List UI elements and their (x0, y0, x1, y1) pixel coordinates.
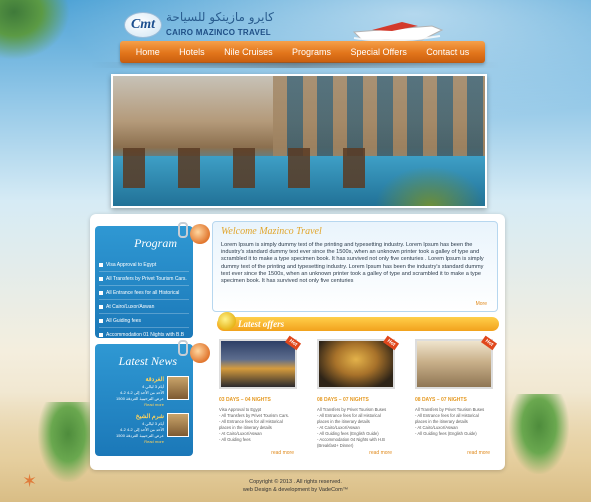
news-text: شرم الشيخ 4 أيام 3 ليالي 4-2 الأحد من ال… (99, 413, 164, 445)
paper-clip-icon (178, 340, 188, 356)
news-item[interactable]: الغردقة 4 أيام 3 ليالي 4-2 الأحد من الأح… (99, 376, 189, 408)
main-navigation: Home Hotels Nile Cruises Programs Specia… (120, 41, 485, 63)
news-read-more-link[interactable]: Read more (99, 402, 164, 408)
hero-plants (375, 166, 485, 206)
footer: Copyright © 2013 . All rights reserved. … (0, 478, 591, 494)
palm-tree-left-decoration (38, 402, 98, 482)
nav-contact-us[interactable]: Contact us (426, 47, 469, 57)
offer-read-more-link[interactable]: read more (369, 450, 392, 456)
bullet-icon (99, 318, 103, 323)
program-item[interactable]: All Entrance fees for all Historical (99, 286, 189, 300)
offer-title: 08 DAYS – 07 NIGHTS (317, 397, 369, 403)
program-title: Program (134, 236, 177, 250)
news-read-more-link[interactable]: Read more (99, 439, 164, 445)
nav-special-offers[interactable]: Special Offers (350, 47, 406, 57)
offers-title: Latest offers (238, 319, 285, 329)
offer-card[interactable]: Hot 08 DAYS – 07 NIGHTS All Transfers by… (412, 335, 497, 460)
palm-leaves-decoration (0, 0, 70, 60)
news-thumbnail[interactable] (167, 413, 189, 437)
program-list: Visa Approval to Egypt All Transfers by … (99, 258, 189, 342)
offer-title: 03 DAYS – 04 NIGHTS (219, 397, 271, 403)
nav-hotels[interactable]: Hotels (179, 47, 205, 57)
bullet-icon (99, 332, 103, 337)
welcome-body: Lorem Ipsum is simply dummy text of the … (221, 242, 484, 285)
latest-news-box: Latest News الغردقة 4 أيام 3 ليالي 4-2 ا… (95, 344, 193, 456)
offer-image-tutankhamun[interactable]: Hot (317, 335, 399, 389)
offer-read-more-link[interactable]: read more (271, 450, 294, 456)
offer-line: - All Guiding fees (English Guide) (415, 431, 477, 436)
program-item[interactable]: All Guiding fees (99, 314, 189, 328)
news-item-title: شرم الشيخ (135, 414, 164, 420)
paper-clip-icon (178, 222, 188, 238)
palm-tree-right-decoration (509, 394, 569, 474)
seashell-icon (190, 224, 210, 244)
speedboat-icon (352, 22, 444, 42)
offer-card[interactable]: Hot 03 DAYS – 04 NIGHTS Visa Approval to… (216, 335, 301, 460)
hot-ribbon: Hot (284, 335, 301, 351)
program-item-label: All Transfers by Privet Tourism Cars. (106, 275, 187, 282)
nav-home[interactable]: Home (136, 47, 160, 57)
offer-image-nile-night[interactable]: Hot (219, 335, 301, 389)
offer-line: - All Guiding fees (219, 437, 251, 442)
hot-ribbon: Hot (382, 335, 399, 351)
program-item[interactable]: Accommodation 01 Nights with B.B (99, 328, 189, 342)
bullet-icon (99, 290, 103, 295)
nav-programs[interactable]: Programs (292, 47, 331, 57)
news-thumbnail[interactable] (167, 376, 189, 400)
offer-read-more-link[interactable]: read more (467, 450, 490, 456)
hero-chairs (123, 148, 373, 188)
program-item-label: Accommodation 01 Nights with B.B (106, 331, 185, 338)
program-item-label: At Cairo/Luxor/Aswan (106, 303, 155, 310)
bullet-icon (99, 276, 103, 281)
news-item[interactable]: شرم الشيخ 4 أيام 3 ليالي 4-2 الأحد من ال… (99, 413, 189, 445)
program-item-label: All Guiding fees (106, 317, 142, 324)
logo-company-name: CAIRO MAZINCO TRAVEL (166, 28, 271, 37)
lemon-icon (218, 312, 236, 330)
seashell-icon (190, 343, 210, 363)
bullet-icon (99, 304, 103, 309)
nav-shelf (90, 62, 500, 68)
bullet-icon (99, 262, 103, 267)
welcome-more-link[interactable]: More (476, 301, 487, 307)
program-item[interactable]: Visa Approval to Egypt (99, 258, 189, 272)
program-item-label: Visa Approval to Egypt (106, 261, 157, 268)
news-title: Latest News (118, 354, 177, 368)
footer-copyright: Copyright © 2013 . All rights reserved. (249, 479, 342, 485)
footer-credit[interactable]: web Design & development by VadeCom™ (0, 486, 591, 494)
news-text: الغردقة 4 أيام 3 ليالي 4-2 الأحد من الأح… (99, 376, 164, 408)
nav-nile-cruises[interactable]: Nile Cruises (224, 47, 273, 57)
logo-badge: Cmt (124, 12, 162, 38)
program-item-label: All Entrance fees for all Historical (106, 289, 180, 296)
program-item[interactable]: All Transfers by Privet Tourism Cars. (99, 272, 189, 286)
offer-card[interactable]: Hot 08 DAYS – 07 NIGHTS All Transfers by… (314, 335, 399, 460)
hero-banner-image (111, 74, 487, 208)
program-item[interactable]: At Cairo/Luxor/Aswan (99, 300, 189, 314)
offer-line: (Breakfast+ Dinner) (317, 443, 354, 448)
offer-image-temple[interactable]: Hot (415, 335, 497, 389)
welcome-box: Welcome Mazinco Travel Lorem Ipsum is si… (212, 221, 498, 312)
program-box: Program Visa Approval to Egypt All Trans… (95, 226, 193, 342)
offer-title: 08 DAYS – 07 NIGHTS (415, 397, 467, 403)
hot-ribbon: Hot (480, 335, 497, 351)
logo-arabic-name: كايرو مازينكو للسياحة (166, 10, 274, 24)
welcome-title: Welcome Mazinco Travel (221, 226, 322, 237)
news-item-title: الغردقة (145, 377, 164, 383)
